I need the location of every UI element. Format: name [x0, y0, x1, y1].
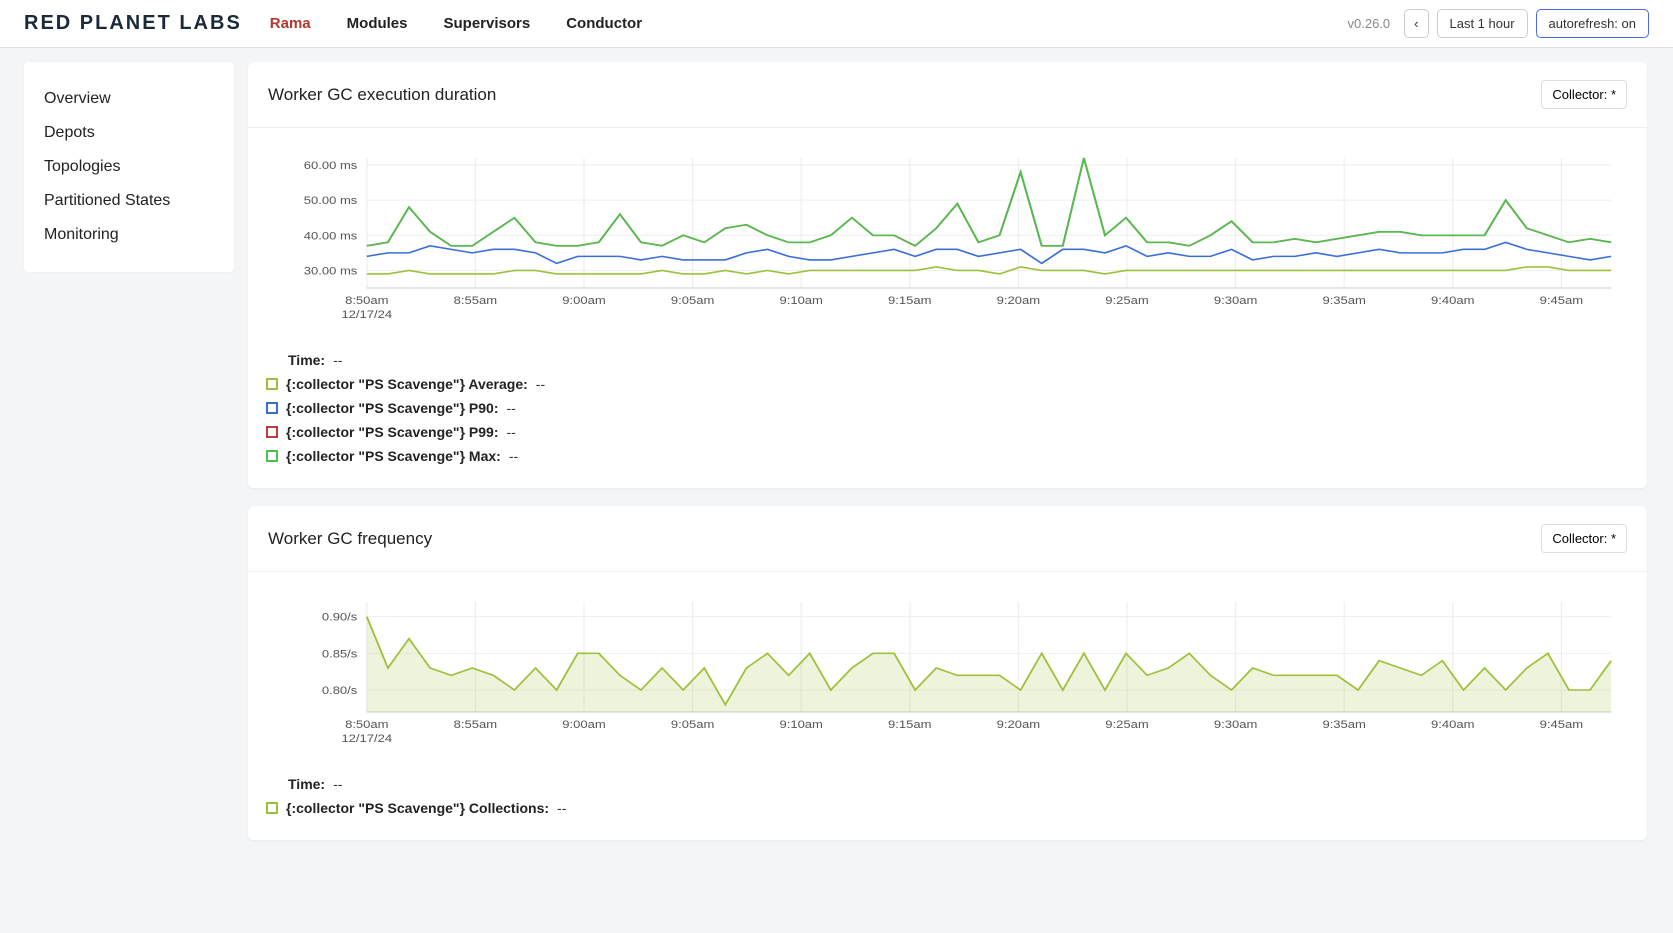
svg-text:9:10am: 9:10am	[779, 294, 822, 307]
legend-label: {:collector "PS Scavenge"} Max:	[286, 448, 501, 464]
chart-area-frequency: 0.80/s 0.85/s 0.90/s 8:50am 8:55am 9:00am 9:05…	[248, 572, 1647, 762]
legend-label: {:collector "PS Scavenge"} P99:	[286, 424, 498, 440]
legend-value: --	[509, 448, 518, 464]
version-label: v0.26.0	[1348, 16, 1391, 31]
time-range-button[interactable]: Last 1 hour	[1437, 9, 1528, 38]
sidebar: Overview Depots Topologies Partitioned S…	[24, 62, 234, 272]
chart-gc-duration[interactable]: 30.00 ms 40.00 ms 50.00 ms 60.00 ms 8:50am 8:…	[272, 148, 1623, 328]
back-button[interactable]: ‹	[1404, 9, 1428, 38]
collector-filter-button[interactable]: Collector: *	[1541, 524, 1627, 553]
svg-text:30.00 ms: 30.00 ms	[304, 264, 358, 277]
svg-text:9:35am: 9:35am	[1322, 294, 1365, 307]
legend-row: {:collector "PS Scavenge"} P90: --	[266, 396, 1629, 420]
legend-duration: Time: -- {:collector "PS Scavenge"} Aver…	[248, 338, 1647, 488]
sidebar-item-overview[interactable]: Overview	[24, 82, 234, 116]
svg-text:9:05am: 9:05am	[671, 718, 714, 731]
svg-text:9:30am: 9:30am	[1214, 294, 1257, 307]
svg-text:50.00 ms: 50.00 ms	[304, 194, 358, 207]
legend-time-value: --	[333, 352, 342, 368]
svg-text:8:50am: 8:50am	[345, 294, 388, 307]
collector-filter-button[interactable]: Collector: *	[1541, 80, 1627, 109]
chevron-left-icon: ‹	[1414, 16, 1418, 31]
nav-modules[interactable]: Modules	[347, 15, 408, 32]
legend-row: {:collector "PS Scavenge"} P99: --	[266, 420, 1629, 444]
svg-text:9:05am: 9:05am	[671, 294, 714, 307]
chart-gc-frequency[interactable]: 0.80/s 0.85/s 0.90/s 8:50am 8:55am 9:00am 9:05…	[272, 592, 1623, 752]
svg-text:12/17/24: 12/17/24	[341, 732, 392, 745]
legend-swatch	[266, 426, 278, 438]
svg-text:0.90/s: 0.90/s	[322, 611, 357, 624]
legend-row: {:collector "PS Scavenge"} Max: --	[266, 444, 1629, 468]
card-header: Worker GC frequency Collector: *	[248, 506, 1647, 572]
card-title: Worker GC execution duration	[268, 85, 496, 105]
svg-text:9:25am: 9:25am	[1105, 294, 1148, 307]
legend-time-label: Time:	[288, 352, 325, 368]
svg-text:9:45am: 9:45am	[1540, 718, 1583, 731]
svg-text:9:45am: 9:45am	[1540, 294, 1583, 307]
nav-conductor[interactable]: Conductor	[566, 15, 642, 32]
svg-text:9:15am: 9:15am	[888, 718, 931, 731]
svg-text:8:55am: 8:55am	[454, 718, 497, 731]
svg-text:9:00am: 9:00am	[562, 294, 605, 307]
svg-text:9:20am: 9:20am	[997, 718, 1040, 731]
svg-text:9:40am: 9:40am	[1431, 718, 1474, 731]
legend-value: --	[506, 400, 515, 416]
logo: RED PLANET LABS	[24, 12, 242, 35]
autorefresh-button[interactable]: autorefresh: on	[1536, 9, 1649, 38]
sidebar-item-partitioned-states[interactable]: Partitioned States	[24, 184, 234, 218]
svg-text:9:30am: 9:30am	[1214, 718, 1257, 731]
card-gc-frequency: Worker GC frequency Collector: * 0.80/s0…	[248, 506, 1647, 840]
svg-text:9:35am: 9:35am	[1322, 718, 1365, 731]
sidebar-item-monitoring[interactable]: Monitoring	[24, 218, 234, 252]
legend-swatch	[266, 802, 278, 814]
card-title: Worker GC frequency	[268, 529, 432, 549]
main-nav: Rama Modules Supervisors Conductor	[270, 15, 642, 32]
legend-row: {:collector "PS Scavenge"} Average: --	[266, 372, 1629, 396]
svg-text:9:10am: 9:10am	[779, 718, 822, 731]
sidebar-item-depots[interactable]: Depots	[24, 116, 234, 150]
legend-value: --	[536, 376, 545, 392]
svg-text:8:50am: 8:50am	[345, 718, 388, 731]
svg-text:9:00am: 9:00am	[562, 718, 605, 731]
legend-value: --	[506, 424, 515, 440]
svg-text:0.80/s: 0.80/s	[322, 684, 357, 697]
chart-area-duration: 30.00 ms 40.00 ms 50.00 ms 60.00 ms 8:50am 8:…	[248, 128, 1647, 338]
nav-rama[interactable]: Rama	[270, 15, 311, 32]
legend-label: {:collector "PS Scavenge"} Average:	[286, 376, 528, 392]
legend-swatch	[266, 450, 278, 462]
svg-text:40.00 ms: 40.00 ms	[304, 229, 358, 242]
card-gc-duration: Worker GC execution duration Collector: …	[248, 62, 1647, 488]
svg-text:12/17/24: 12/17/24	[341, 308, 392, 321]
sidebar-item-topologies[interactable]: Topologies	[24, 150, 234, 184]
content: Worker GC execution duration Collector: …	[234, 48, 1673, 888]
svg-text:8:55am: 8:55am	[454, 294, 497, 307]
svg-text:9:25am: 9:25am	[1105, 718, 1148, 731]
svg-text:9:20am: 9:20am	[997, 294, 1040, 307]
svg-text:0.85/s: 0.85/s	[322, 647, 357, 660]
svg-text:60.00 ms: 60.00 ms	[304, 159, 358, 172]
svg-text:9:15am: 9:15am	[888, 294, 931, 307]
legend-label: {:collector "PS Scavenge"} P90:	[286, 400, 498, 416]
card-header: Worker GC execution duration Collector: …	[248, 62, 1647, 128]
svg-text:9:40am: 9:40am	[1431, 294, 1474, 307]
legend-row: {:collector "PS Scavenge"} Collections:-…	[266, 796, 1629, 820]
legend-swatch	[266, 378, 278, 390]
legend-time-label: Time:	[288, 776, 325, 792]
topbar: RED PLANET LABS Rama Modules Supervisors…	[0, 0, 1673, 48]
legend-swatch	[266, 402, 278, 414]
legend-time-row: Time: --	[266, 348, 1629, 372]
legend-label: {:collector "PS Scavenge"} Collections:	[286, 800, 549, 816]
legend-frequency: Time: -- {:collector "PS Scavenge"} Coll…	[248, 762, 1647, 840]
nav-supervisors[interactable]: Supervisors	[444, 15, 531, 32]
legend-time-row: Time: --	[266, 772, 1629, 796]
topbar-right: v0.26.0 ‹ Last 1 hour autorefresh: on	[1348, 9, 1650, 38]
legend-time-value: --	[333, 776, 342, 792]
legend-value: --	[557, 800, 566, 816]
